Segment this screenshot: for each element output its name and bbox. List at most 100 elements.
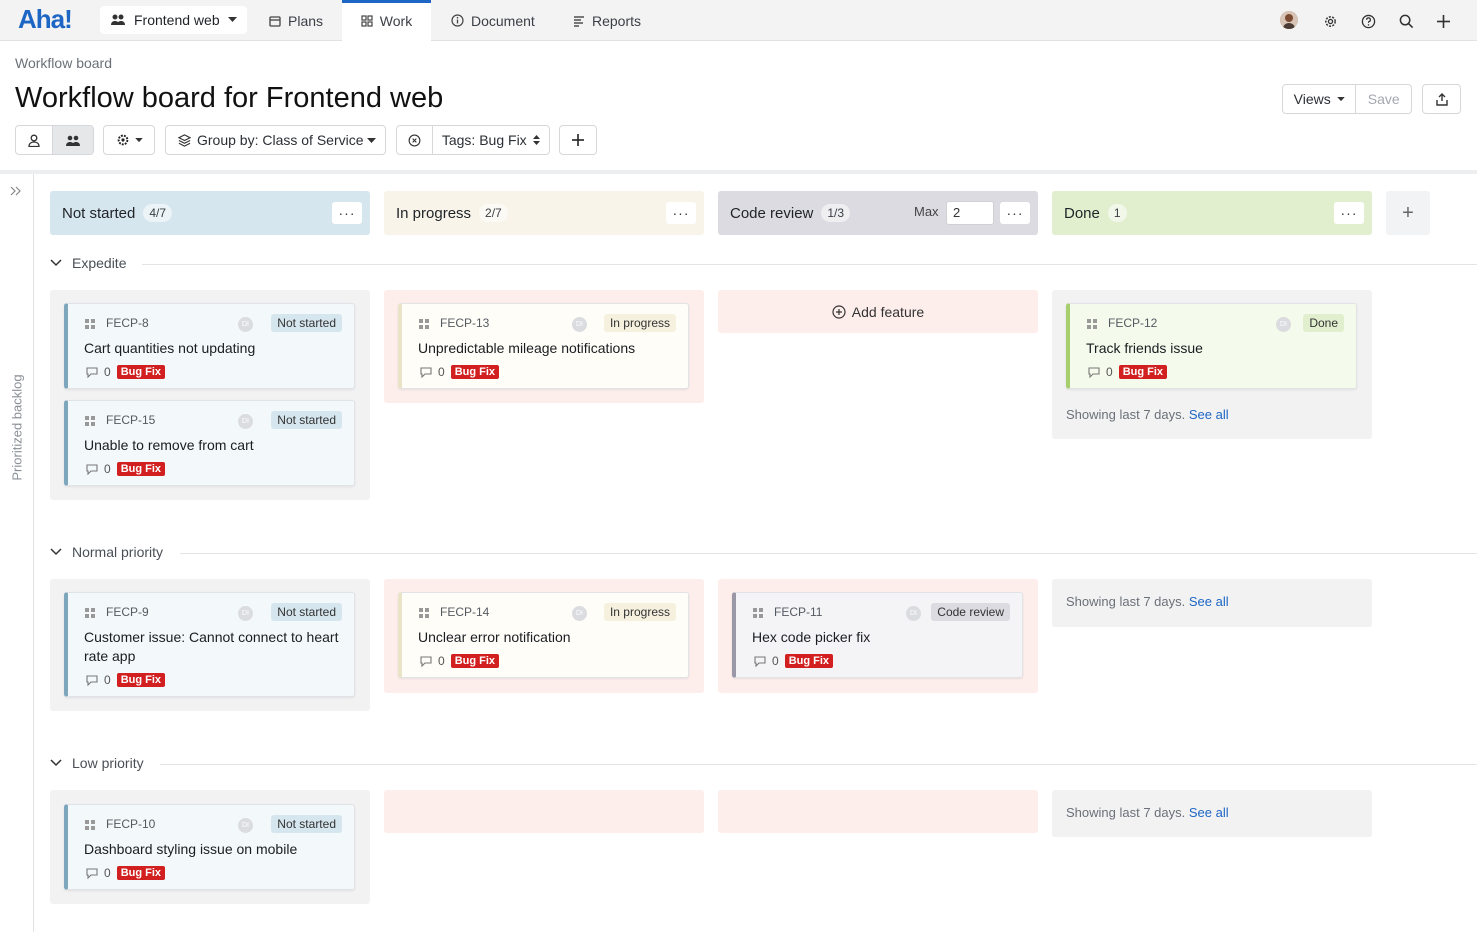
breadcrumb[interactable]: Workflow board <box>15 55 112 71</box>
feature-card[interactable]: FECP-14 DI In progress Unclear error not… <box>398 592 689 678</box>
drag-handle-icon[interactable] <box>84 318 96 330</box>
person-view-button[interactable] <box>16 126 54 154</box>
assignee-avatar[interactable]: DI <box>572 317 587 332</box>
drag-handle-icon[interactable] <box>1086 318 1098 330</box>
tag-badge[interactable]: Bug Fix <box>116 365 166 379</box>
status-badge[interactable]: Code review <box>931 603 1010 621</box>
status-badge[interactable]: Not started <box>271 815 342 833</box>
status-badge[interactable]: In progress <box>603 603 676 621</box>
column-menu-button[interactable]: ··· <box>1000 202 1030 224</box>
gear-icon[interactable] <box>1321 12 1339 30</box>
card-key[interactable]: FECP-9 <box>106 605 149 619</box>
group-header-expedite[interactable]: Expedite <box>50 255 126 271</box>
feature-card[interactable]: FECP-12 DI Done Track friends issue 0 Bu… <box>1066 303 1357 389</box>
column-menu-button[interactable]: ··· <box>666 202 696 224</box>
help-icon[interactable] <box>1359 12 1377 30</box>
tags-filter-button[interactable]: Tags: Bug Fix <box>433 126 549 154</box>
tag-badge[interactable]: Bug Fix <box>1118 365 1168 379</box>
card-title[interactable]: Track friends issue <box>1086 339 1348 358</box>
card-title[interactable]: Hex code picker fix <box>752 628 1014 647</box>
app-logo[interactable]: Aha! <box>18 4 73 35</box>
workspace-selector[interactable]: Frontend web <box>100 6 247 34</box>
drag-handle-icon[interactable] <box>84 607 96 619</box>
caret-down-icon <box>134 137 143 143</box>
assignee-avatar[interactable]: DI <box>238 414 253 429</box>
feature-card[interactable]: FECP-8 DI Not started Cart quantities no… <box>64 303 355 389</box>
card-title[interactable]: Unclear error notification <box>418 628 680 647</box>
card-key[interactable]: FECP-11 <box>774 605 822 619</box>
tab-work[interactable]: Work <box>342 0 431 41</box>
lane-low-in-progress[interactable] <box>384 790 704 833</box>
status-badge[interactable]: Not started <box>271 411 342 429</box>
tag-badge[interactable]: Bug Fix <box>450 654 500 668</box>
card-title[interactable]: Unpredictable mileage notifications <box>418 339 680 358</box>
assignee-avatar[interactable]: DI <box>238 818 253 833</box>
add-feature-button[interactable]: Add feature <box>718 290 1038 333</box>
feature-card[interactable]: FECP-10 DI Not started Dashboard styling… <box>64 804 355 890</box>
tag-badge[interactable]: Bug Fix <box>784 654 834 668</box>
lane-low-code-review[interactable] <box>718 790 1038 833</box>
feature-card[interactable]: FECP-11 DI Code review Hex code picker f… <box>732 592 1023 678</box>
group-header-low-priority[interactable]: Low priority <box>50 755 144 771</box>
card-key[interactable]: FECP-15 <box>106 413 155 427</box>
info-icon <box>451 14 464 27</box>
card-title[interactable]: Unable to remove from cart <box>84 436 346 455</box>
status-badge[interactable]: Not started <box>271 314 342 332</box>
see-all-link[interactable]: See all <box>1189 805 1229 820</box>
assignee-avatar[interactable]: DI <box>572 606 587 621</box>
team-view-button[interactable] <box>53 126 93 154</box>
card-title[interactable]: Customer issue: Cannot connect to heart … <box>84 628 346 666</box>
prioritized-backlog-rail[interactable]: Prioritized backlog <box>0 174 34 932</box>
card-title[interactable]: Cart quantities not updating <box>84 339 346 358</box>
card-key[interactable]: FECP-10 <box>106 817 155 831</box>
group-by-label: Group by: Class of Service <box>197 132 364 148</box>
card-key[interactable]: FECP-8 <box>106 316 149 330</box>
views-button[interactable]: Views <box>1283 85 1357 113</box>
status-badge[interactable]: In progress <box>603 314 676 332</box>
user-avatar[interactable] <box>1280 11 1298 29</box>
column-menu-button[interactable]: ··· <box>1334 202 1364 224</box>
status-badge[interactable]: Not started <box>271 603 342 621</box>
add-filter-button[interactable] <box>559 125 597 155</box>
assignee-avatar[interactable]: DI <box>1276 317 1291 332</box>
group-by-dropdown[interactable]: Group by: Class of Service <box>165 125 386 155</box>
feature-card[interactable]: FECP-15 DI Not started Unable to remove … <box>64 400 355 486</box>
search-icon[interactable] <box>1397 12 1415 30</box>
drag-handle-icon[interactable] <box>418 318 430 330</box>
wip-max-input[interactable]: 2 <box>946 201 994 225</box>
status-badge[interactable]: Done <box>1303 314 1344 332</box>
share-button[interactable] <box>1422 84 1461 114</box>
assignee-avatar[interactable]: DI <box>906 606 921 621</box>
card-key[interactable]: FECP-13 <box>440 316 489 330</box>
settings-dropdown[interactable] <box>103 125 155 155</box>
column-menu-button[interactable]: ··· <box>332 202 362 224</box>
drag-handle-icon[interactable] <box>418 607 430 619</box>
drag-handle-icon[interactable] <box>84 415 96 427</box>
tag-badge[interactable]: Bug Fix <box>116 866 166 880</box>
assignee-avatar[interactable]: DI <box>238 606 253 621</box>
tag-badge[interactable]: Bug Fix <box>116 673 166 687</box>
clear-filter-button[interactable] <box>397 126 433 154</box>
tab-document[interactable]: Document <box>451 0 535 41</box>
drag-handle-icon[interactable] <box>752 607 764 619</box>
team-icon <box>65 134 81 147</box>
add-icon[interactable] <box>1434 12 1452 30</box>
see-all-link[interactable]: See all <box>1189 407 1229 422</box>
see-all-link[interactable]: See all <box>1189 594 1229 609</box>
group-header-normal-priority[interactable]: Normal priority <box>50 544 163 560</box>
add-column-button[interactable]: + <box>1386 191 1430 235</box>
feature-card[interactable]: FECP-9 DI Not started Customer issue: Ca… <box>64 592 355 697</box>
tab-reports[interactable]: Reports <box>573 0 641 41</box>
tag-badge[interactable]: Bug Fix <box>116 462 166 476</box>
top-nav: Aha! Frontend web Plans Work Document Re… <box>0 0 1477 41</box>
drag-handle-icon[interactable] <box>84 819 96 831</box>
double-chevron-right-icon[interactable] <box>10 186 22 196</box>
card-title[interactable]: Dashboard styling issue on mobile <box>84 840 346 859</box>
feature-card[interactable]: FECP-13 DI In progress Unpredictable mil… <box>398 303 689 389</box>
card-key[interactable]: FECP-14 <box>440 605 489 619</box>
card-key[interactable]: FECP-12 <box>1108 316 1157 330</box>
save-button[interactable]: Save <box>1356 85 1411 113</box>
tag-badge[interactable]: Bug Fix <box>450 365 500 379</box>
tab-plans[interactable]: Plans <box>269 0 323 41</box>
assignee-avatar[interactable]: DI <box>238 317 253 332</box>
